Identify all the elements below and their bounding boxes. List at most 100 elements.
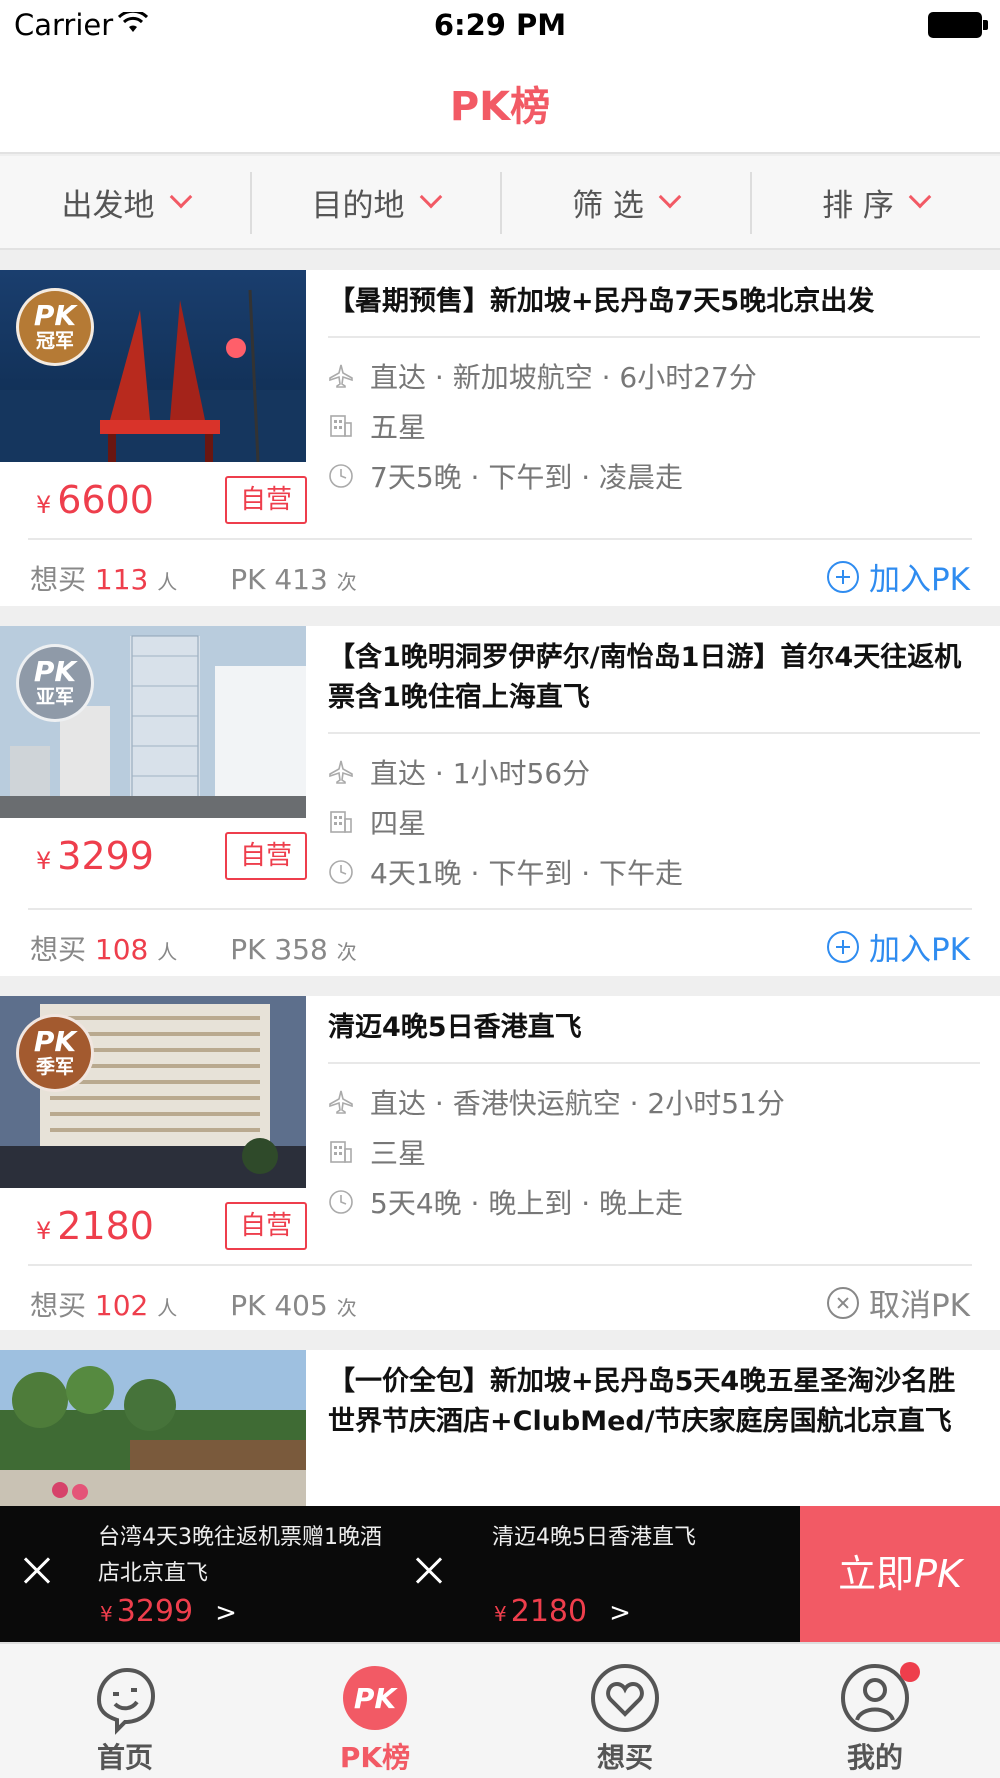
price-value: 3299 — [57, 834, 154, 878]
card-stats: 想买 102 人 PK 405 次 — [30, 1284, 357, 1324]
close-icon[interactable] — [22, 1556, 52, 1586]
schedule-text: 7天5晚 · 下午到 · 凌晨走 — [370, 461, 684, 494]
close-icon[interactable] — [414, 1556, 444, 1586]
flight-text: 直达 · 1小时56分 — [370, 757, 591, 790]
badge-top-text: PK — [33, 1025, 77, 1058]
price: ¥2180 — [36, 1204, 154, 1248]
tab-home[interactable]: 首页 — [0, 1644, 250, 1778]
filter-departure[interactable]: 出发地 — [0, 156, 250, 248]
schedule-text: 5天4晚 · 晚上到 · 晚上走 — [370, 1187, 684, 1220]
pk-label: PK — [230, 1289, 266, 1322]
filter-label: 出发地 — [61, 187, 155, 224]
add-pk-button[interactable]: 加入PK — [826, 554, 970, 599]
pk-now-button[interactable]: 立即PK — [800, 1506, 1000, 1642]
hotel-text: 三星 — [370, 1137, 427, 1170]
chevron-down-icon — [908, 185, 932, 209]
filter-screen[interactable]: 筛 选 — [500, 156, 750, 248]
tab-wishlist[interactable]: 想买 — [500, 1644, 750, 1778]
product-image: PK 冠军 — [0, 270, 306, 462]
rank-badge-gold: PK 冠军 — [16, 288, 94, 366]
schedule-info: 7天5晚 · 下午到 · 凌晨走 — [328, 456, 683, 496]
rank-badge-bronze: PK 季军 — [16, 1014, 94, 1092]
price-value: 6600 — [57, 478, 154, 522]
tab-pk[interactable]: PK PK榜 — [250, 1644, 500, 1778]
card-stats: 想买 113 人 PK 413 次 — [30, 558, 357, 598]
want-label: 想买 — [30, 933, 87, 966]
plane-icon — [329, 760, 353, 784]
pk-compare-item[interactable]: 台湾4天3晚往返机票赠1晚酒店北京直飞 ¥3299 > — [0, 1506, 400, 1642]
badge-bottom-text: 亚军 — [35, 686, 74, 708]
filter-bar: 出发地 目的地 筛 选 排 序 — [0, 156, 1000, 250]
want-count: 102 — [94, 1289, 149, 1322]
badge-top-text: PK — [33, 299, 77, 332]
tab-bar: 首页 PK PK榜 想买 我的 — [0, 1642, 1000, 1778]
plus-circle-icon — [826, 930, 859, 963]
pk-count: 358 — [274, 933, 328, 966]
pk-count: 413 — [274, 563, 328, 596]
pk-compare-item[interactable]: 清迈4晚5日香港直飞 ¥2180 > — [400, 1506, 800, 1642]
product-title: 清迈4晚5日香港直飞 — [328, 1012, 582, 1043]
clock-icon — [329, 464, 353, 488]
divider — [28, 1264, 972, 1266]
chevron-down-icon — [658, 185, 682, 209]
flight-text: 直达 · 香港快运航空 · 2小时51分 — [370, 1087, 785, 1120]
notification-dot — [900, 1662, 920, 1682]
price-value: 3299 — [116, 1594, 194, 1629]
currency-symbol: ¥ — [100, 1602, 113, 1626]
filter-destination[interactable]: 目的地 — [250, 156, 500, 248]
schedule-info: 4天1晚 · 下午到 · 下午走 — [328, 852, 683, 892]
divider — [28, 538, 972, 540]
filter-label: 筛 选 — [572, 187, 644, 224]
building-icon — [330, 1141, 352, 1163]
want-count: 113 — [94, 563, 149, 596]
tab-mine[interactable]: 我的 — [750, 1644, 1000, 1778]
pk-item-price: ¥2180 > — [494, 1594, 631, 1629]
cancel-pk-button[interactable]: 取消PK — [826, 1280, 970, 1325]
page-title: PK榜 — [449, 84, 551, 130]
want-unit: 人 — [157, 570, 178, 594]
want-label: 想买 — [30, 1289, 87, 1322]
clock-icon — [329, 860, 353, 884]
tab-label: PK榜 — [339, 1741, 411, 1774]
pk-label: PK — [230, 933, 266, 966]
self-operated-tag: 自营 — [225, 832, 307, 880]
chevron-down-icon — [169, 185, 192, 209]
flight-info: 直达 · 1小时56分 — [328, 752, 590, 792]
chevron-down-icon — [419, 185, 442, 209]
product-card[interactable]: PK 冠军 ¥6600 自营 【暑期预售】新加坡+民丹岛7天5晚北京出发 直达 … — [0, 270, 1000, 606]
price: ¥3299 — [36, 834, 154, 878]
schedule-info: 5天4晚 · 晚上到 · 晚上走 — [328, 1182, 683, 1222]
price: ¥6600 — [36, 478, 154, 522]
want-label: 想买 — [30, 563, 87, 596]
hotel-info: 五星 — [328, 406, 426, 446]
self-operated-tag: 自营 — [225, 1202, 307, 1250]
add-pk-button[interactable]: 加入PK — [826, 924, 970, 969]
cancel-pk-label: 取消PK — [868, 1288, 970, 1324]
tab-label: 想买 — [596, 1741, 653, 1774]
badge-bottom-text: 冠军 — [35, 330, 74, 352]
self-operated-tag: 自营 — [225, 476, 307, 524]
product-card[interactable]: PK 季军 ¥2180 自营 清迈4晚5日香港直飞 直达 · 香港快运航空 · … — [0, 996, 1000, 1330]
product-card[interactable]: PK 亚军 ¥3299 自营 【含1晚明洞罗伊萨尔/南怡岛1日游】首尔4天往返机… — [0, 626, 1000, 976]
pk-now-prefix: 立即 — [838, 1552, 915, 1596]
navigation-bar: PK榜 — [0, 50, 1000, 154]
currency-symbol: ¥ — [36, 491, 52, 519]
badge-top-text: PK — [33, 655, 77, 688]
pk-icon: PK — [343, 1666, 407, 1730]
pk-item-name: 清迈4晚5日香港直飞 — [492, 1525, 696, 1550]
product-image: PK 季军 — [0, 996, 306, 1188]
product-card[interactable]: 【一价全包】新加坡+民丹岛5天4晚五星圣淘沙名胜世界节庆酒店+ClubMed/节… — [0, 1350, 1000, 1506]
badge-bottom-text: 季军 — [35, 1056, 74, 1078]
pk-now-suffix: PK — [914, 1552, 962, 1596]
filter-sort[interactable]: 排 序 — [750, 156, 1000, 248]
pk-label: PK — [230, 563, 266, 596]
flight-info: 直达 · 新加坡航空 · 6小时27分 — [328, 356, 757, 396]
product-title: 【暑期预售】新加坡+民丹岛7天5晚北京出发 — [328, 286, 875, 317]
tab-label: 首页 — [96, 1741, 153, 1774]
divider — [328, 336, 980, 338]
hotel-text: 五星 — [370, 411, 427, 444]
product-image: PK 亚军 — [0, 626, 306, 818]
product-image — [0, 1350, 306, 1506]
currency-symbol: ¥ — [36, 847, 52, 875]
currency-symbol: ¥ — [494, 1602, 507, 1626]
